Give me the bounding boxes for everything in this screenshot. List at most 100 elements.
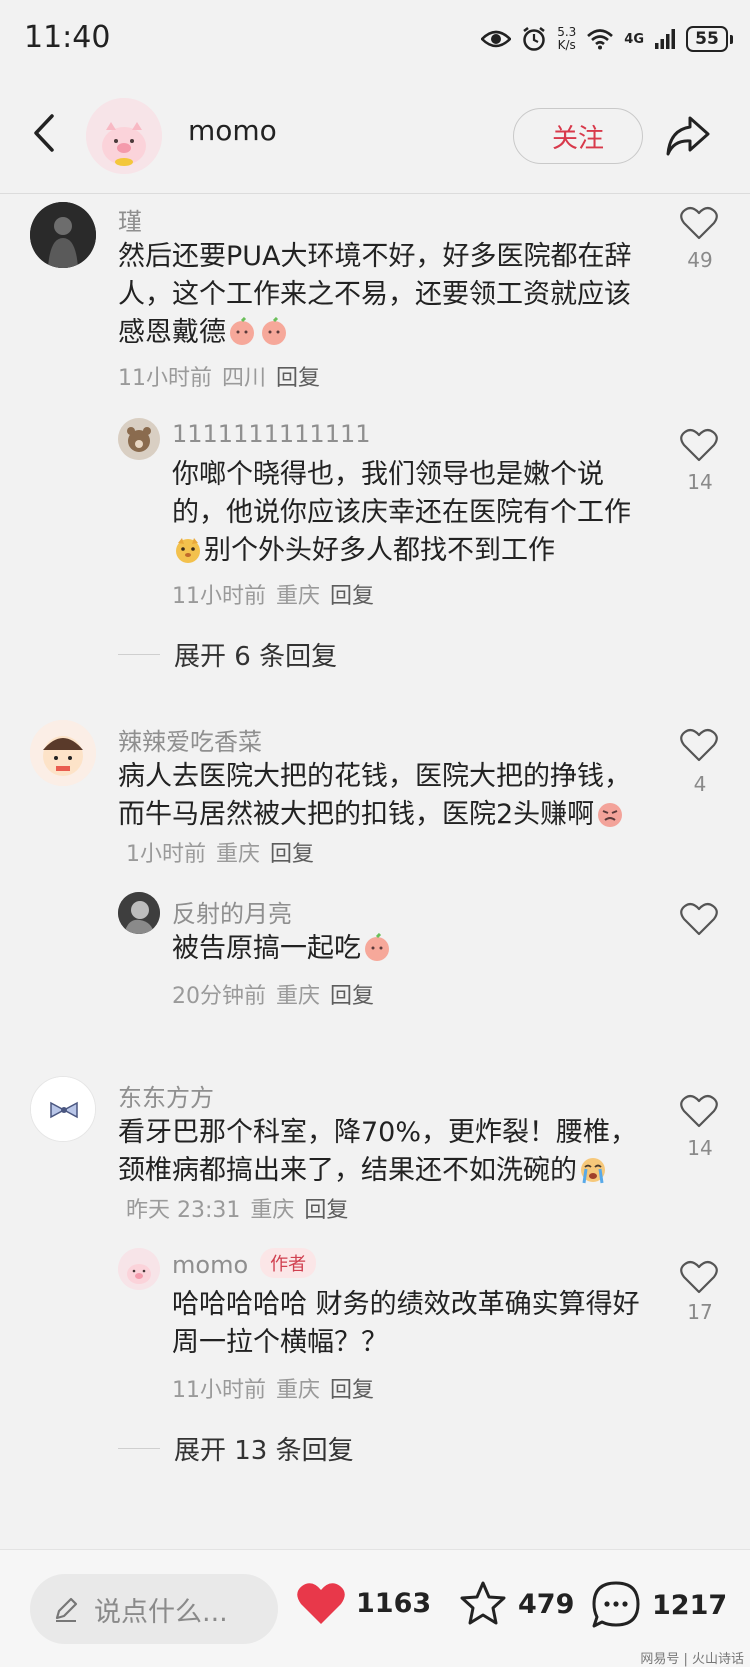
like-count: 17 [687,1300,713,1324]
follow-button[interactable]: 关注 [513,108,643,164]
comment-bubble-icon [592,1581,640,1628]
heart-icon[interactable] [680,728,718,762]
peach-emoji-icon [227,316,257,347]
comment-input[interactable]: 说点什么... [30,1574,278,1644]
reply-text-part-2: 别个外头好多人都找不到工作 [204,535,555,566]
reply-time: 20分钟前 [172,984,266,1009]
comment-time: 11小时前 [118,366,212,391]
user-avatar[interactable] [86,98,162,174]
peach-emoji-icon [259,316,289,347]
silhouette-avatar-icon [30,202,96,268]
pig-avatar-icon [118,1248,160,1290]
crying-emoji-icon [578,1155,608,1185]
star-icon [460,1581,506,1625]
reply-meta: 20分钟前 重庆 回复 [172,978,384,1010]
comment-text-body: 看牙巴那个科室，降70%，更炸裂！腰椎，颈椎病都搞出来了，结果还不如洗碗的 [118,1117,638,1186]
reply-button[interactable]: 回复 [330,584,374,609]
battery-indicator: 55 [686,26,733,52]
favorite-button[interactable]: 479 [458,1580,574,1628]
header-username[interactable]: momo [188,114,277,147]
replier-name[interactable]: 反射的月亮 [172,894,292,929]
replier-avatar[interactable] [118,892,160,934]
reply-button[interactable]: 回复 [276,366,320,391]
comment-location: 四川 [222,366,267,391]
comment-meta: 1小时前 重庆 回复 [126,842,324,867]
reply-text: 你啷个晓得也，我们领导也是嫩个说的，他说你应该庆幸还在医院有个工作别个外头好多人… [172,456,652,570]
comment-time: 昨天 23:31 [126,1198,241,1223]
reply-button[interactable]: 回复 [304,1198,348,1223]
expand-replies-label[interactable]: 展开 6 条回复 [174,636,337,673]
pig-avatar-icon [86,98,162,174]
comment-meta: 昨天 23:31 重庆 回复 [126,1198,358,1223]
expand-replies-label[interactable]: 展开 13 条回复 [174,1430,354,1467]
heart-icon[interactable] [680,1094,718,1128]
reply-time: 11小时前 [172,584,266,609]
comment-text: 看牙巴那个科室，降70%，更炸裂！腰椎，颈椎病都搞出来了，结果还不如洗碗的昨天 … [118,1114,638,1230]
comment-text-body: 然后还要PUA大环境不好，好多医院都在辞人，这个工作来之不易，还要领工资就应该感… [118,241,632,348]
replier-avatar[interactable] [118,1248,160,1290]
like-button[interactable]: 1163 [296,1580,431,1626]
reply-text-body: 被告原搞一起吃 [172,933,361,964]
commenter-avatar[interactable] [30,202,96,268]
heart-icon[interactable] [680,428,718,462]
commenter-avatar[interactable] [30,1076,96,1142]
replier-avatar[interactable] [118,418,160,460]
peach-emoji-icon [362,932,392,963]
expand-replies[interactable]: 展开 6 条回复 [118,636,337,673]
reply-button[interactable]: 回复 [270,842,314,867]
reply-text: 哈哈哈哈哈 财务的绩效改革确实算得好 周一拉个横幅？？ [172,1289,640,1358]
moon-avatar-icon [118,892,160,934]
favorite-total: 479 [518,1588,575,1620]
expand-replies[interactable]: 展开 13 条回复 [118,1430,354,1467]
replier-username[interactable]: momo [172,1251,248,1279]
reply-text: 被告原搞一起吃 [172,930,652,968]
comment-time: 1小时前 [126,842,206,867]
net-speed-unit: K/s [557,38,576,52]
comment-list[interactable]: 瑾 然后还要PUA大环境不好，好多医院都在辞人，这个工作来之不易，还要领工资就应… [0,194,750,1549]
reply-meta: 11小时前 重庆 回复 [172,1372,384,1404]
commenter-avatar[interactable] [30,720,96,786]
replier-name[interactable]: 1111111111111 [172,420,371,448]
heart-icon[interactable] [680,1260,718,1294]
alarm-icon [523,27,545,51]
author-badge: 作者 [260,1248,317,1278]
reply-location: 重庆 [276,984,321,1009]
header: momo 关注 [0,80,750,190]
comment-button[interactable]: 1217 [590,1580,727,1630]
network-speed: 5.3 K/s [557,26,576,52]
eye-icon [481,30,512,48]
like-count: 49 [687,248,713,272]
replier-name: momo 作者 [172,1248,317,1279]
comment-location: 重庆 [250,1198,295,1223]
pencil-icon [55,1597,78,1622]
comment-input-placeholder: 说点什么... [94,1596,228,1628]
expand-divider [118,653,160,656]
reply-button[interactable]: 回复 [330,984,374,1009]
network-type: 4G [624,31,644,47]
expand-divider [118,1447,160,1450]
commenter-name[interactable]: 辣辣爱吃香菜 [118,722,262,757]
commenter-name[interactable]: 瑾 [118,202,142,237]
dog-emoji-icon [173,535,203,565]
commenter-name[interactable]: 东东方方 [118,1078,214,1113]
bear-avatar-icon [118,418,160,460]
watermark: 网易号 | 火山诗话 [640,1652,744,1667]
heart-icon[interactable] [680,902,718,936]
status-time: 11:40 [24,20,111,55]
heart-filled-icon [297,1583,345,1624]
like-count: 14 [687,470,713,494]
reply-location: 重庆 [276,584,321,609]
heart-icon[interactable] [680,206,718,240]
back-icon[interactable] [24,108,64,158]
status-bar: 11:40 5.3 K/s 4G 55 [0,0,750,80]
status-icons: 5.3 K/s 4G 55 [481,22,733,56]
reply-button[interactable]: 回复 [330,1378,374,1403]
reply-location: 重庆 [276,1378,321,1403]
comment-meta: 11小时前 四川 回复 [118,360,330,392]
like-count: 4 [693,772,707,796]
comment-text: 然后还要PUA大环境不好，好多医院都在辞人，这个工作来之不易，还要领工资就应该感… [118,238,638,352]
reply-time: 11小时前 [172,1378,266,1403]
share-icon[interactable] [664,114,712,158]
comment-text: 病人去医院大把的花钱，医院大把的挣钱，而牛马居然被大把的扣钱，医院2头赚啊 1小时… [118,758,638,874]
bottom-action-bar: 说点什么... 1163 479 1217 网易号 | 火山诗话 [0,1549,750,1667]
